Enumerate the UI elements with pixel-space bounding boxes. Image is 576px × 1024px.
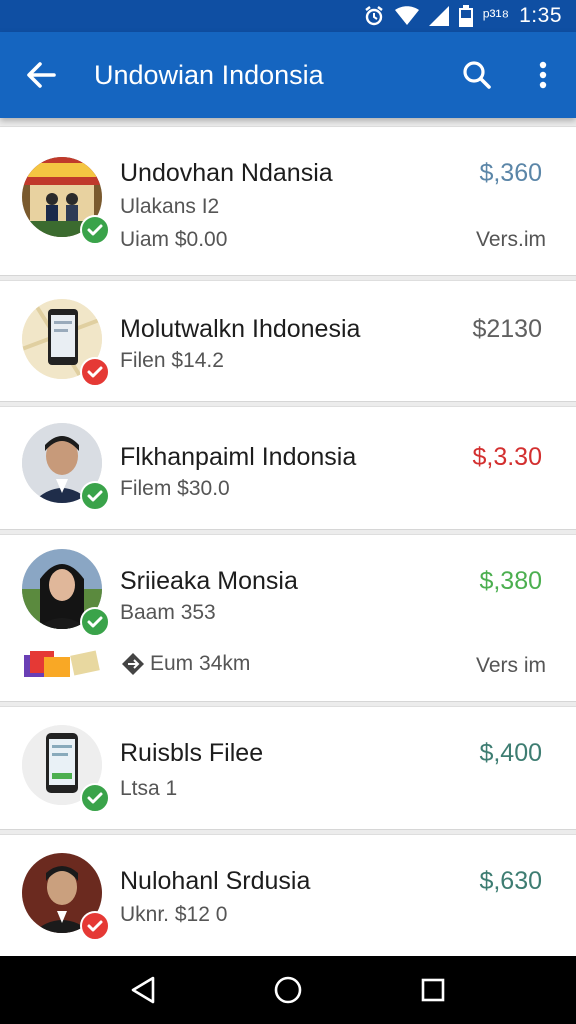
- item-name: Undovhan Ndansia: [120, 159, 333, 187]
- arrow-back-icon: [27, 62, 56, 88]
- list-item[interactable]: Nulohanl Srdusia Uknr. $12 0 $,630: [0, 834, 576, 958]
- list-item[interactable]: Molutwalkn Ihdonesia Filen $14.2 $2130: [0, 280, 576, 402]
- app-bar: Undowian Indonsia: [0, 32, 576, 118]
- list-item[interactable]: Undovhan Ndansia Ulakans I2 Uiam $0.00 $…: [0, 126, 576, 276]
- verified-badge: [80, 783, 110, 813]
- avatar: [22, 423, 110, 511]
- list-item[interactable]: Sriieaka Monsia Baam 353 $,380 Eum 34km …: [0, 534, 576, 702]
- verified-badge: [80, 215, 110, 245]
- item-name: Molutwalkn Ihdonesia: [120, 315, 361, 343]
- triangle-back-icon: [131, 976, 154, 1004]
- item-price: $2130: [472, 315, 542, 343]
- item-name: Sriieaka Monsia: [120, 567, 298, 595]
- search-button[interactable]: [444, 32, 510, 118]
- check-icon: [87, 920, 103, 932]
- check-icon: [87, 224, 103, 236]
- more-vert-icon: [539, 61, 547, 89]
- check-icon: [87, 616, 103, 628]
- item-distance: Eum 34km: [150, 652, 251, 675]
- item-detail: Ulakans I2: [120, 195, 220, 218]
- check-icon: [87, 792, 103, 804]
- item-detail: Ltsa 1: [120, 777, 178, 800]
- list-item[interactable]: Flkhanpaiml Indonsia Filem $30.0 $,3.30: [0, 406, 576, 530]
- page-title: Undowian Indonsia: [94, 59, 324, 90]
- item-detail-2: Eum 34km: [120, 651, 250, 677]
- battery-icon: [458, 5, 473, 27]
- route-icon: [122, 653, 144, 675]
- item-price: $,630: [479, 867, 542, 895]
- avatar: [22, 157, 110, 245]
- circle-home-icon: [274, 976, 302, 1004]
- item-detail: Uknr. $12 0: [120, 903, 228, 926]
- check-icon: [87, 366, 103, 378]
- item-detail-2: Uiam $0.00: [120, 228, 228, 251]
- item-price: $,400: [479, 739, 542, 767]
- status-extra-text: ᵖ³¹⁸: [482, 5, 510, 26]
- item-name: Flkhanpaiml Indonsia: [120, 443, 357, 471]
- item-price: $,3.30: [472, 443, 542, 471]
- avatar: [22, 549, 110, 637]
- wifi-icon: [394, 6, 419, 26]
- check-icon: [87, 490, 103, 502]
- status-time: 1:35: [519, 4, 562, 27]
- verified-badge: [80, 481, 110, 511]
- status-bar: ᵖ³¹⁸ 1:35: [0, 0, 576, 32]
- list-item[interactable]: Ruisbls Filee Ltsa 1 $,400: [0, 706, 576, 830]
- avatar: [22, 725, 110, 813]
- item-detail: Filen $14.2: [120, 349, 224, 372]
- error-badge: [80, 357, 110, 387]
- cards-icon: [22, 647, 102, 683]
- item-detail: Filem $30.0: [120, 477, 230, 500]
- item-name: Ruisbls Filee: [120, 739, 264, 767]
- error-badge: [80, 911, 110, 941]
- item-price: $,360: [479, 159, 542, 187]
- back-button[interactable]: [0, 32, 82, 118]
- signal-icon: [428, 6, 449, 26]
- item-detail: Baam 353: [120, 601, 216, 624]
- nav-recents-button[interactable]: [403, 960, 463, 1020]
- alarm-icon: [363, 5, 385, 27]
- nav-back-button[interactable]: [113, 960, 173, 1020]
- item-version: Vers.im: [475, 228, 546, 251]
- avatar: [22, 299, 110, 387]
- system-nav-bar: [0, 956, 576, 1024]
- verified-badge: [80, 607, 110, 637]
- search-icon: [463, 61, 491, 89]
- nav-home-button[interactable]: [258, 960, 318, 1020]
- item-name: Nulohanl Srdusia: [120, 867, 311, 895]
- more-options-button[interactable]: [510, 32, 576, 118]
- avatar: [22, 853, 110, 941]
- item-version: Vers im: [475, 654, 546, 677]
- item-price: $,380: [479, 567, 542, 595]
- square-recents-icon: [422, 978, 445, 1002]
